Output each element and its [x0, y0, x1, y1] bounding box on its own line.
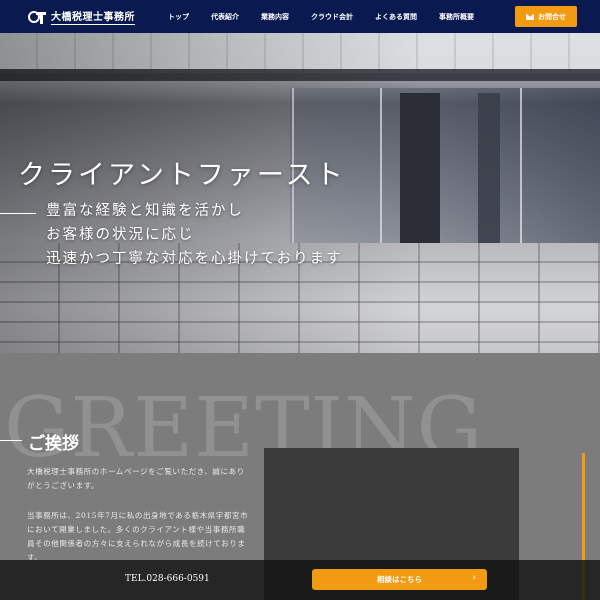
mail-icon: [526, 13, 534, 20]
phone-number[interactable]: TEL.028-666-0591: [125, 574, 210, 584]
nav-item-faq[interactable]: よくある質問: [375, 12, 417, 22]
logo-text: 大橋税理士事務所: [51, 8, 135, 25]
nav-item-cloud-accounting[interactable]: クラウド会計: [311, 12, 353, 22]
hero-divider: [0, 213, 36, 214]
greeting-paragraph-1: 大橋税理士事務所のホームページをご覧いただき、誠にありがとうございます。: [27, 467, 245, 490]
hero-line-1: 豊富な経験と知識を活かし: [46, 203, 244, 219]
consult-button-label: 相談はこちら: [377, 575, 422, 584]
hero-line-2: お客様の状況に応じ: [46, 227, 195, 243]
nav-item-services[interactable]: 業務内容: [261, 12, 289, 22]
contact-button[interactable]: お問合せ: [515, 6, 577, 27]
hero-banner: クライアントファースト 豊富な経験と知識を活かし お客様の状況に応じ 迅速かつ丁…: [0, 33, 600, 353]
nav-item-representative[interactable]: 代表紹介: [211, 12, 239, 22]
hero-shade: [0, 33, 600, 353]
nav-item-top[interactable]: トップ: [168, 12, 189, 22]
site-header: 大橋税理士事務所 トップ 代表紹介 業務内容 クラウド会計 よくある質問 事務所…: [0, 0, 600, 33]
greeting-title: ご挨拶: [28, 434, 79, 454]
main-nav: トップ 代表紹介 業務内容 クラウド会計 よくある質問 事務所概要: [168, 0, 474, 33]
chevron-right-icon: ›: [472, 573, 476, 583]
greeting-paragraph-2: 当事務所は、2015年7月に私の出身地である栃木県宇都宮市において開業しました。…: [27, 511, 249, 562]
contact-button-label: お問合せ: [538, 12, 566, 21]
logo-mark-icon: [28, 10, 46, 24]
consult-button[interactable]: 相談はこちら ›: [312, 569, 487, 590]
greeting-divider: [0, 440, 22, 441]
hero-title: クライアントファースト: [18, 160, 346, 191]
nav-item-office[interactable]: 事務所概要: [439, 12, 474, 22]
site-logo[interactable]: 大橋税理士事務所: [28, 8, 135, 25]
hero-line-3: 迅速かつ丁寧な対応を心掛けております: [46, 251, 343, 267]
fixed-bottom-bar: TEL.028-666-0591 相談はこちら ›: [0, 560, 600, 600]
